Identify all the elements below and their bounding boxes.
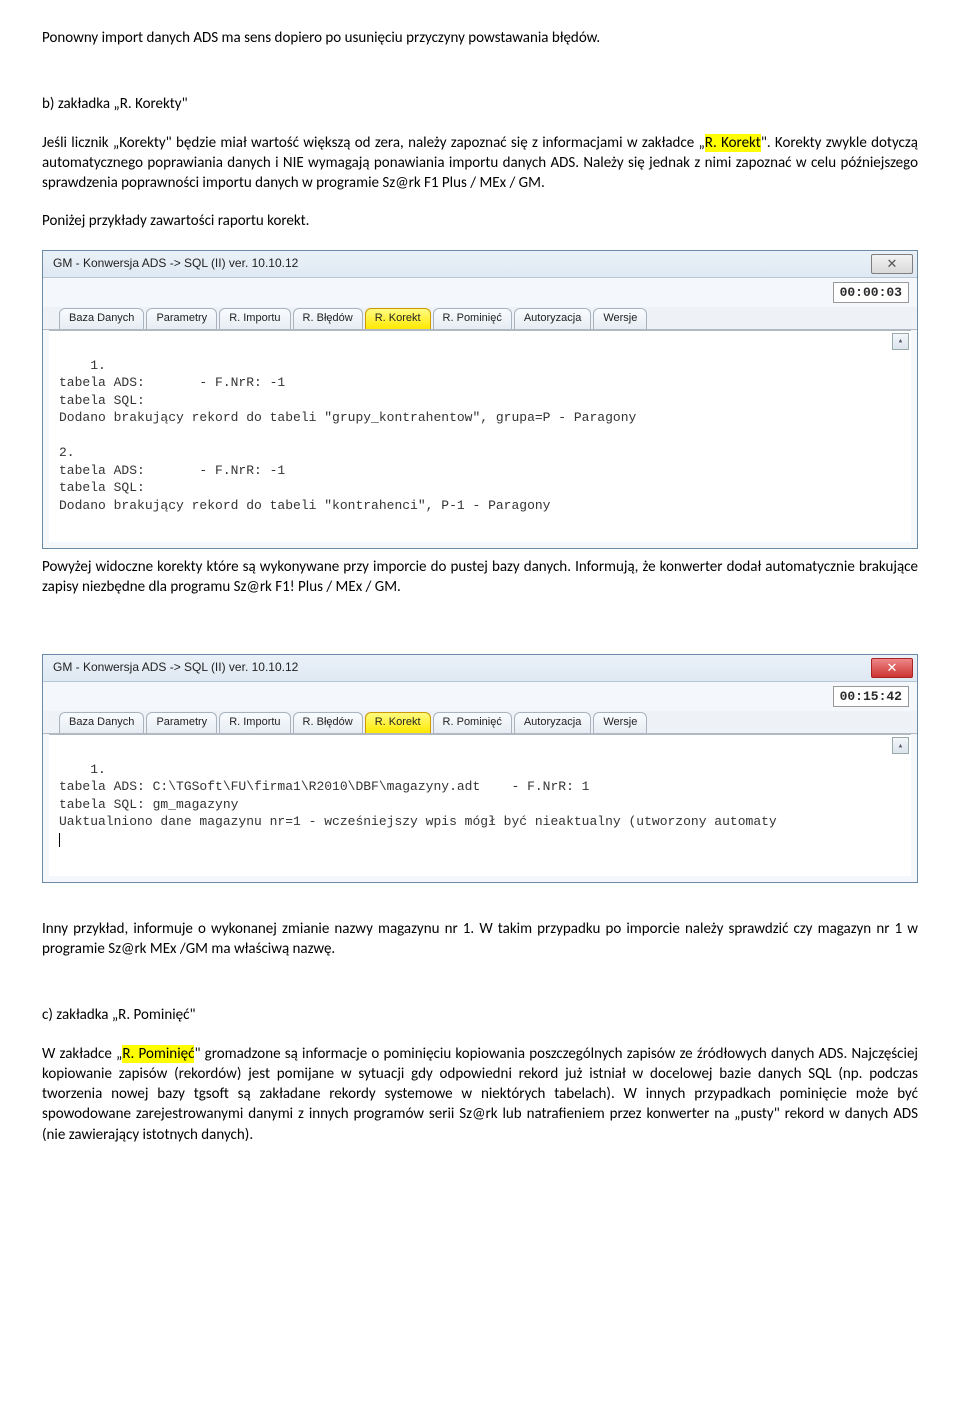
log-text: 1. tabela ADS: C:\TGSoft\FU\firma1\R2010… xyxy=(59,762,777,830)
chevron-up-icon: ▴ xyxy=(898,740,903,752)
close-icon: ✕ xyxy=(887,661,898,674)
tab-wersje[interactable]: Wersje xyxy=(593,308,647,329)
app-window: GM - Konwersja ADS -> SQL (II) ver. 10.1… xyxy=(42,250,918,550)
text-cursor xyxy=(59,833,60,847)
log-content: ▴ 1. tabela ADS: - F.NrR: -1 tabela SQL:… xyxy=(49,330,911,542)
chevron-up-icon: ▴ xyxy=(898,335,903,347)
tab-autoryzacja[interactable]: Autoryzacja xyxy=(514,308,591,329)
tab-wersje[interactable]: Wersje xyxy=(593,712,647,733)
window-titlebar: GM - Konwersja ADS -> SQL (II) ver. 10.1… xyxy=(43,655,917,682)
tab-baza-danych[interactable]: Baza Danych xyxy=(59,308,144,329)
log-text: 1. tabela ADS: - F.NrR: -1 tabela SQL: D… xyxy=(59,358,636,513)
paragraph: Ponowny import danych ADS ma sens dopier… xyxy=(42,28,918,48)
tab-r-pomini-[interactable]: R. Pominięć xyxy=(433,712,512,733)
timer-display: 00:15:42 xyxy=(833,686,909,708)
highlighted-text: R. Korekt xyxy=(705,134,761,152)
tab-r-b-d-w[interactable]: R. Błędów xyxy=(293,712,363,733)
highlighted-text: R. Pominięć xyxy=(122,1045,194,1063)
tab-r-korekt[interactable]: R. Korekt xyxy=(365,712,431,733)
heading-b: b) zakładka „R. Korekty" xyxy=(42,94,918,114)
paragraph: Jeśli licznik „Korekty" będzie miał wart… xyxy=(42,133,918,194)
window-title: GM - Konwersja ADS -> SQL (II) ver. 10.1… xyxy=(53,255,298,271)
tab-bar: Baza DanychParametryR. ImportuR. BłędówR… xyxy=(43,711,917,734)
paragraph: Inny przykład, informuje o wykonanej zmi… xyxy=(42,919,918,960)
close-icon: ✕ xyxy=(887,257,898,270)
close-button[interactable]: ✕ xyxy=(871,658,913,678)
log-content: ▴ 1. tabela ADS: C:\TGSoft\FU\firma1\R20… xyxy=(49,734,911,876)
paragraph: Powyżej widoczne korekty które są wykony… xyxy=(42,557,918,598)
tab-r-importu[interactable]: R. Importu xyxy=(219,308,290,329)
tab-r-importu[interactable]: R. Importu xyxy=(219,712,290,733)
tab-r-pomini-[interactable]: R. Pominięć xyxy=(433,308,512,329)
text: W zakładce „ xyxy=(42,1045,122,1063)
heading-c: c) zakładka „R. Pominięć" xyxy=(42,1005,918,1025)
scroll-up-button[interactable]: ▴ xyxy=(892,333,909,350)
app-window: GM - Konwersja ADS -> SQL (II) ver. 10.1… xyxy=(42,654,918,883)
window-titlebar: GM - Konwersja ADS -> SQL (II) ver. 10.1… xyxy=(43,251,917,278)
tab-parametry[interactable]: Parametry xyxy=(146,712,217,733)
tab-parametry[interactable]: Parametry xyxy=(146,308,217,329)
paragraph: W zakładce „R. Pominięć" gromadzone są i… xyxy=(42,1044,918,1145)
timer-display: 00:00:03 xyxy=(833,282,909,304)
tab-r-korekt[interactable]: R. Korekt xyxy=(365,308,431,329)
window-title: GM - Konwersja ADS -> SQL (II) ver. 10.1… xyxy=(53,659,298,675)
tab-baza-danych[interactable]: Baza Danych xyxy=(59,712,144,733)
tab-bar: Baza DanychParametryR. ImportuR. BłędówR… xyxy=(43,307,917,330)
scroll-up-button[interactable]: ▴ xyxy=(892,737,909,754)
text: Jeśli licznik „Korekty" będzie miał wart… xyxy=(42,134,705,152)
tab-r-b-d-w[interactable]: R. Błędów xyxy=(293,308,363,329)
paragraph: Poniżej przykłady zawartości raportu kor… xyxy=(42,211,918,231)
tab-autoryzacja[interactable]: Autoryzacja xyxy=(514,712,591,733)
close-button[interactable]: ✕ xyxy=(871,254,913,274)
